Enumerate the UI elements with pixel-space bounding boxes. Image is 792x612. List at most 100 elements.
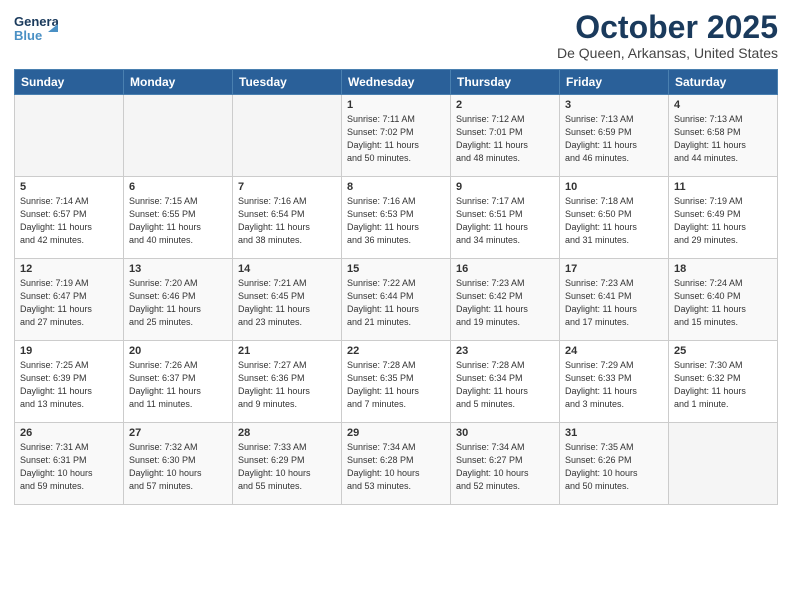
calendar-cell: 13 Sunrise: 7:20 AM Sunset: 6:46 PM Dayli… <box>124 259 233 341</box>
day-number: 1 <box>347 99 445 111</box>
day-header-thursday: Thursday <box>451 70 560 95</box>
day-number: 21 <box>238 345 336 357</box>
calendar-cell: 18 Sunrise: 7:24 AM Sunset: 6:40 PM Dayli… <box>669 259 778 341</box>
day-number: 31 <box>565 427 663 439</box>
day-number: 8 <box>347 181 445 193</box>
day-header-friday: Friday <box>560 70 669 95</box>
day-number: 22 <box>347 345 445 357</box>
calendar-cell: 12 Sunrise: 7:19 AM Sunset: 6:47 PM Dayli… <box>15 259 124 341</box>
calendar-cell: 17 Sunrise: 7:23 AM Sunset: 6:41 PM Dayli… <box>560 259 669 341</box>
day-number: 19 <box>20 345 118 357</box>
day-info: Sunrise: 7:31 AM Sunset: 6:31 PM Dayligh… <box>20 441 118 493</box>
day-number: 20 <box>129 345 227 357</box>
day-info: Sunrise: 7:21 AM Sunset: 6:45 PM Dayligh… <box>238 277 336 329</box>
day-info: Sunrise: 7:28 AM Sunset: 6:35 PM Dayligh… <box>347 359 445 411</box>
day-info: Sunrise: 7:29 AM Sunset: 6:33 PM Dayligh… <box>565 359 663 411</box>
day-number: 2 <box>456 99 554 111</box>
calendar-cell: 7 Sunrise: 7:16 AM Sunset: 6:54 PM Daylig… <box>233 177 342 259</box>
calendar-cell: 25 Sunrise: 7:30 AM Sunset: 6:32 PM Dayli… <box>669 341 778 423</box>
calendar-cell: 29 Sunrise: 7:34 AM Sunset: 6:28 PM Dayli… <box>342 423 451 505</box>
day-number: 15 <box>347 263 445 275</box>
calendar-cell: 21Sunrise: 7:27 AM Sunset: 6:36 PM Dayli… <box>233 341 342 423</box>
day-info: Sunrise: 7:23 AM Sunset: 6:41 PM Dayligh… <box>565 277 663 329</box>
day-number: 4 <box>674 99 772 111</box>
calendar-cell: 16 Sunrise: 7:23 AM Sunset: 6:42 PM Dayli… <box>451 259 560 341</box>
day-header-tuesday: Tuesday <box>233 70 342 95</box>
logo: General Blue <box>14 10 58 46</box>
calendar-cell: 20Sunrise: 7:26 AM Sunset: 6:37 PM Dayli… <box>124 341 233 423</box>
day-number: 3 <box>565 99 663 111</box>
calendar-cell: 1 Sunrise: 7:11 AM Sunset: 7:02 PM Daylig… <box>342 95 451 177</box>
day-number: 24 <box>565 345 663 357</box>
day-info: Sunrise: 7:16 AM Sunset: 6:54 PM Dayligh… <box>238 195 336 247</box>
calendar-cell: 11Sunrise: 7:19 AM Sunset: 6:49 PM Dayli… <box>669 177 778 259</box>
calendar-cell: 30 Sunrise: 7:34 AM Sunset: 6:27 PM Dayli… <box>451 423 560 505</box>
calendar-cell: 15Sunrise: 7:22 AM Sunset: 6:44 PM Dayli… <box>342 259 451 341</box>
day-info: Sunrise: 7:17 AM Sunset: 6:51 PM Dayligh… <box>456 195 554 247</box>
day-header-saturday: Saturday <box>669 70 778 95</box>
svg-text:Blue: Blue <box>14 28 42 43</box>
day-number: 23 <box>456 345 554 357</box>
day-info: Sunrise: 7:33 AM Sunset: 6:29 PM Dayligh… <box>238 441 336 493</box>
calendar-cell <box>233 95 342 177</box>
day-number: 9 <box>456 181 554 193</box>
day-info: Sunrise: 7:14 AM Sunset: 6:57 PM Dayligh… <box>20 195 118 247</box>
day-info: Sunrise: 7:30 AM Sunset: 6:32 PM Dayligh… <box>674 359 772 411</box>
day-number: 10 <box>565 181 663 193</box>
day-info: Sunrise: 7:19 AM Sunset: 6:49 PM Dayligh… <box>674 195 772 247</box>
day-info: Sunrise: 7:24 AM Sunset: 6:40 PM Dayligh… <box>674 277 772 329</box>
calendar-cell: 4 Sunrise: 7:13 AM Sunset: 6:58 PM Daylig… <box>669 95 778 177</box>
day-info: Sunrise: 7:11 AM Sunset: 7:02 PM Dayligh… <box>347 113 445 165</box>
day-info: Sunrise: 7:20 AM Sunset: 6:46 PM Dayligh… <box>129 277 227 329</box>
day-number: 27 <box>129 427 227 439</box>
day-number: 16 <box>456 263 554 275</box>
calendar-cell: 24 Sunrise: 7:29 AM Sunset: 6:33 PM Dayli… <box>560 341 669 423</box>
day-info: Sunrise: 7:35 AM Sunset: 6:26 PM Dayligh… <box>565 441 663 493</box>
day-header-sunday: Sunday <box>15 70 124 95</box>
calendar-cell: 27 Sunrise: 7:32 AM Sunset: 6:30 PM Dayli… <box>124 423 233 505</box>
calendar-cell: 3 Sunrise: 7:13 AM Sunset: 6:59 PM Daylig… <box>560 95 669 177</box>
calendar-cell <box>124 95 233 177</box>
day-number: 6 <box>129 181 227 193</box>
calendar-cell: 9 Sunrise: 7:17 AM Sunset: 6:51 PM Daylig… <box>451 177 560 259</box>
calendar-cell <box>15 95 124 177</box>
day-info: Sunrise: 7:19 AM Sunset: 6:47 PM Dayligh… <box>20 277 118 329</box>
calendar-cell: 2 Sunrise: 7:12 AM Sunset: 7:01 PM Daylig… <box>451 95 560 177</box>
calendar-cell: 22 Sunrise: 7:28 AM Sunset: 6:35 PM Dayli… <box>342 341 451 423</box>
calendar-cell: 28 Sunrise: 7:33 AM Sunset: 6:29 PM Dayli… <box>233 423 342 505</box>
day-info: Sunrise: 7:28 AM Sunset: 6:34 PM Dayligh… <box>456 359 554 411</box>
location-title: De Queen, Arkansas, United States <box>557 45 778 61</box>
day-number: 29 <box>347 427 445 439</box>
calendar-cell: 14 Sunrise: 7:21 AM Sunset: 6:45 PM Dayli… <box>233 259 342 341</box>
day-info: Sunrise: 7:34 AM Sunset: 6:27 PM Dayligh… <box>456 441 554 493</box>
page-header: General Blue October 2025 De Queen, Arka… <box>14 10 778 61</box>
calendar-cell: 8 Sunrise: 7:16 AM Sunset: 6:53 PM Daylig… <box>342 177 451 259</box>
day-info: Sunrise: 7:34 AM Sunset: 6:28 PM Dayligh… <box>347 441 445 493</box>
day-number: 13 <box>129 263 227 275</box>
day-number: 30 <box>456 427 554 439</box>
day-number: 17 <box>565 263 663 275</box>
calendar-cell: 31 Sunrise: 7:35 AM Sunset: 6:26 PM Dayli… <box>560 423 669 505</box>
day-info: Sunrise: 7:16 AM Sunset: 6:53 PM Dayligh… <box>347 195 445 247</box>
day-number: 12 <box>20 263 118 275</box>
day-info: Sunrise: 7:32 AM Sunset: 6:30 PM Dayligh… <box>129 441 227 493</box>
svg-text:General: General <box>14 14 58 29</box>
calendar-cell <box>669 423 778 505</box>
day-info: Sunrise: 7:12 AM Sunset: 7:01 PM Dayligh… <box>456 113 554 165</box>
day-number: 25 <box>674 345 772 357</box>
day-info: Sunrise: 7:13 AM Sunset: 6:58 PM Dayligh… <box>674 113 772 165</box>
day-number: 5 <box>20 181 118 193</box>
day-info: Sunrise: 7:23 AM Sunset: 6:42 PM Dayligh… <box>456 277 554 329</box>
day-number: 18 <box>674 263 772 275</box>
day-header-monday: Monday <box>124 70 233 95</box>
day-number: 14 <box>238 263 336 275</box>
day-info: Sunrise: 7:13 AM Sunset: 6:59 PM Dayligh… <box>565 113 663 165</box>
day-header-wednesday: Wednesday <box>342 70 451 95</box>
day-info: Sunrise: 7:25 AM Sunset: 6:39 PM Dayligh… <box>20 359 118 411</box>
day-number: 28 <box>238 427 336 439</box>
day-number: 7 <box>238 181 336 193</box>
month-title: October 2025 <box>557 10 778 45</box>
calendar-cell: 23 Sunrise: 7:28 AM Sunset: 6:34 PM Dayli… <box>451 341 560 423</box>
calendar-cell: 10Sunrise: 7:18 AM Sunset: 6:50 PM Dayli… <box>560 177 669 259</box>
calendar-cell: 26Sunrise: 7:31 AM Sunset: 6:31 PM Dayli… <box>15 423 124 505</box>
